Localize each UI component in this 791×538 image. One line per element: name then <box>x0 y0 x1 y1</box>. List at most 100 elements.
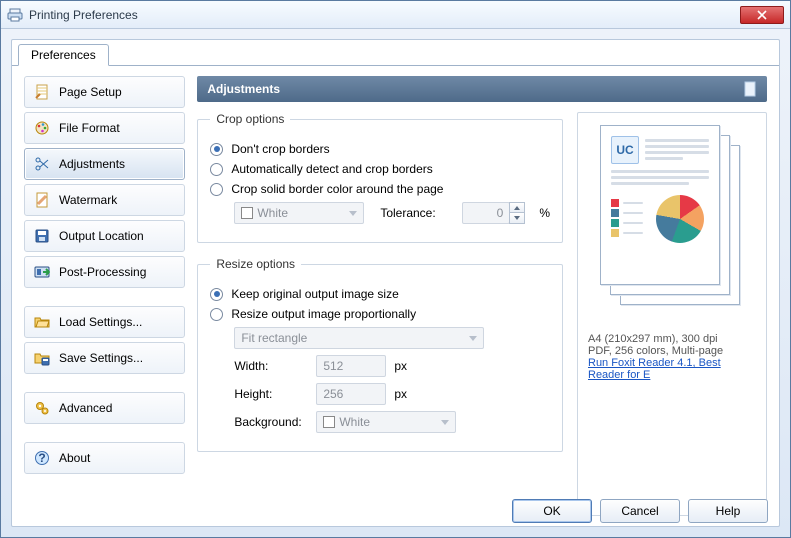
sidebar-item-page-setup[interactable]: Page Setup <box>24 76 185 108</box>
tab-preferences[interactable]: Preferences <box>18 44 109 66</box>
sidebar-item-label: Output Location <box>59 229 144 243</box>
preview-info-line2: PDF, 256 colors, Multi-page <box>588 345 756 357</box>
save-icon <box>33 227 51 245</box>
unit-label: px <box>394 387 407 401</box>
sidebar-item-post-processing[interactable]: Post-Processing <box>24 256 185 288</box>
preview-link[interactable]: Run Foxit Reader 4.1, Best Reader for E <box>588 357 721 381</box>
chevron-up-icon <box>514 206 520 210</box>
group-legend: Resize options <box>210 257 301 271</box>
height-input[interactable]: 256 <box>316 383 386 405</box>
folder-open-icon <box>33 313 51 331</box>
sidebar-item-label: Post-Processing <box>59 265 146 279</box>
crop-color-select[interactable]: White <box>234 202 364 224</box>
ok-button[interactable]: OK <box>512 499 592 523</box>
sidebar-item-label: Load Settings... <box>59 315 142 329</box>
preview-info-line1: A4 (210x297 mm), 300 dpi <box>588 333 756 345</box>
radio-icon <box>210 308 223 321</box>
radio-icon <box>210 288 223 301</box>
preview-logo-icon: UC <box>611 136 639 164</box>
svg-text:?: ? <box>38 451 45 465</box>
radio-label: Crop solid border color around the page <box>231 182 443 196</box>
spin-down-button[interactable] <box>509 213 525 224</box>
sidebar-item-label: File Format <box>59 121 120 135</box>
chevron-down-icon <box>514 216 520 220</box>
chevron-down-icon <box>441 420 449 425</box>
input-value: 512 <box>323 359 343 373</box>
tolerance-spinner[interactable]: 0 <box>462 202 525 224</box>
stamp-icon <box>33 191 51 209</box>
cancel-button[interactable]: Cancel <box>600 499 680 523</box>
radio-icon <box>210 163 223 176</box>
select-value: Fit rectangle <box>241 331 307 345</box>
sidebar-item-about[interactable]: ? About <box>24 442 185 474</box>
help-button[interactable]: Help <box>688 499 768 523</box>
group-resize-options: Resize options Keep original output imag… <box>197 257 563 452</box>
radio-label: Resize output image proportionally <box>231 307 416 321</box>
window-close-button[interactable] <box>740 6 784 24</box>
radio-label: Keep original output image size <box>231 287 398 301</box>
height-label: Height: <box>234 387 308 401</box>
sidebar-item-label: About <box>59 451 90 465</box>
sidebar-item-file-format[interactable]: File Format <box>24 112 185 144</box>
group-crop-options: Crop options Don't crop borders Automati… <box>197 112 563 243</box>
preview-image: UC <box>592 123 752 323</box>
radio-keep-size[interactable]: Keep original output image size <box>210 287 550 301</box>
pane-header: Adjustments <box>197 76 767 102</box>
tolerance-unit: % <box>539 206 550 220</box>
tolerance-value: 0 <box>497 206 504 220</box>
page-icon <box>33 83 51 101</box>
sidebar-item-label: Adjustments <box>59 157 125 171</box>
chevron-down-icon <box>349 211 357 216</box>
tab-strip: Preferences <box>12 40 779 66</box>
window-title: Printing Preferences <box>29 8 740 22</box>
client-area: Preferences Page Setup File Format <box>11 39 780 527</box>
select-value: White <box>339 415 370 429</box>
radio-auto-crop[interactable]: Automatically detect and crop borders <box>210 162 550 176</box>
width-label: Width: <box>234 359 308 373</box>
tab-label: Preferences <box>31 48 96 62</box>
color-swatch-icon <box>323 416 335 428</box>
document-icon <box>741 80 759 98</box>
sidebar-item-label: Advanced <box>59 401 112 415</box>
unit-label: px <box>394 359 407 373</box>
sidebar-item-watermark[interactable]: Watermark <box>24 184 185 216</box>
group-legend: Crop options <box>210 112 290 126</box>
sidebar-item-output-location[interactable]: Output Location <box>24 220 185 252</box>
chevron-down-icon <box>469 336 477 341</box>
sidebar-item-label: Save Settings... <box>59 351 143 365</box>
scissors-icon <box>33 155 51 173</box>
radio-dont-crop[interactable]: Don't crop borders <box>210 142 550 156</box>
sidebar-item-label: Page Setup <box>59 85 122 99</box>
radio-label: Automatically detect and crop borders <box>231 162 432 176</box>
sidebar-item-label: Watermark <box>59 193 117 207</box>
width-input[interactable]: 512 <box>316 355 386 377</box>
radio-resize-proportional[interactable]: Resize output image proportionally <box>210 307 550 321</box>
folder-save-icon <box>33 349 51 367</box>
sidebar-item-load-settings[interactable]: Load Settings... <box>24 306 185 338</box>
background-label: Background: <box>234 415 308 429</box>
pie-chart-icon <box>656 195 704 243</box>
process-icon <box>33 263 51 281</box>
palette-icon <box>33 119 51 137</box>
gears-icon <box>33 399 51 417</box>
pane-title: Adjustments <box>207 82 280 96</box>
printer-icon <box>7 7 23 23</box>
color-swatch-icon <box>241 207 253 219</box>
sidebar-item-adjustments[interactable]: Adjustments <box>24 148 185 180</box>
radio-label: Don't crop borders <box>231 142 329 156</box>
titlebar: Printing Preferences <box>1 1 790 29</box>
radio-icon <box>210 143 223 156</box>
resize-mode-select[interactable]: Fit rectangle <box>234 327 484 349</box>
input-value: 256 <box>323 387 343 401</box>
radio-solid-crop[interactable]: Crop solid border color around the page <box>210 182 550 196</box>
help-icon: ? <box>33 449 51 467</box>
select-value: White <box>257 206 288 220</box>
tolerance-label: Tolerance: <box>380 206 454 220</box>
sidebar-item-save-settings[interactable]: Save Settings... <box>24 342 185 374</box>
sidebar: Page Setup File Format Adjustments Water… <box>24 76 185 516</box>
radio-icon <box>210 183 223 196</box>
spin-up-button[interactable] <box>509 202 525 213</box>
sidebar-item-advanced[interactable]: Advanced <box>24 392 185 424</box>
background-color-select[interactable]: White <box>316 411 456 433</box>
main-pane: Adjustments Crop options Don't crop bord… <box>197 76 767 516</box>
